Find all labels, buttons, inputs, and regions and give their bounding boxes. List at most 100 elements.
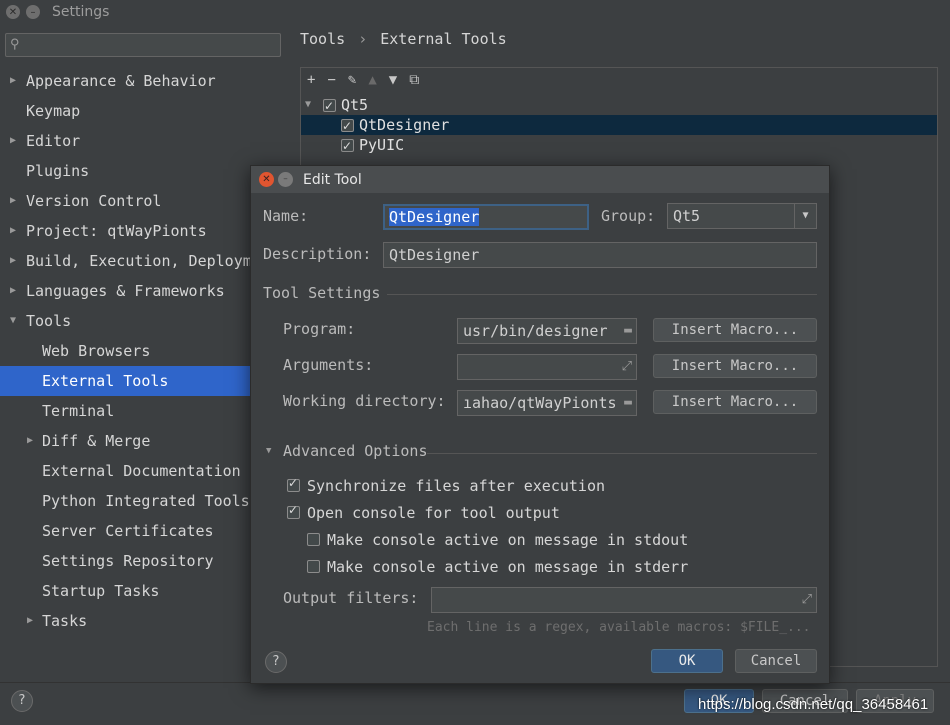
sidebar-item-label: Project: qtWayPionts [26, 222, 207, 240]
sidebar-item-version-control[interactable]: ▶ Version Control [0, 186, 290, 216]
sync-files-checkbox[interactable] [287, 476, 300, 492]
name-field[interactable]: QtDesigner [383, 204, 589, 230]
window-minimize-button[interactable]: – [26, 5, 40, 19]
stdout-label: Make console active on message in stdout [327, 531, 689, 549]
sync-files-label: Synchronize files after execution [307, 477, 606, 495]
move-up-icon[interactable]: ▲ [368, 72, 376, 88]
sidebar-item-label: Build, Execution, Deployment [26, 252, 279, 270]
arguments-field[interactable]: ⤢ [457, 354, 637, 380]
help-button[interactable]: ? [11, 690, 33, 712]
expand-icon[interactable]: ⤢ [802, 588, 812, 612]
sidebar-item-label: Terminal [42, 402, 115, 420]
dialog-cancel-button[interactable]: Cancel [735, 649, 817, 673]
sidebar-item-label: Web Browsers [42, 342, 151, 360]
chevron-right-icon: ▶ [27, 435, 34, 446]
workdir-field[interactable]: ıahao/qtWayPionts ▬ [457, 390, 637, 416]
tool-checkbox[interactable] [341, 136, 354, 156]
folder-icon[interactable]: ▬ [624, 391, 632, 415]
stderr-option[interactable]: Make console active on message in stderr [307, 558, 688, 576]
dialog-help-button[interactable]: ? [265, 651, 287, 673]
sidebar-item-external-tools[interactable]: External Tools [0, 366, 250, 396]
watermark: https://blog.csdn.net/qq_36458461 [698, 696, 929, 713]
edit-icon[interactable]: ✎ [348, 72, 356, 88]
chevron-right-icon: ▶ [10, 225, 17, 236]
tool-row[interactable]: PyUIC [301, 135, 937, 156]
sidebar-item-label: Editor [26, 132, 81, 150]
workdir-insert-macro-button[interactable]: Insert Macro... [653, 390, 817, 414]
expand-icon[interactable]: ⤢ [622, 355, 632, 379]
sidebar-item-external-documentation[interactable]: External Documentation [0, 456, 290, 486]
chevron-down-icon: ▼ [794, 204, 816, 228]
sidebar-item-label: Server Certificates [42, 522, 214, 540]
tools-toolbar: + − ✎ ▲ ▼ ⧉ [301, 68, 937, 92]
sidebar-item-plugins[interactable]: Plugins [0, 156, 290, 186]
chevron-down-icon[interactable]: ▼ [266, 446, 271, 456]
breadcrumb-parent[interactable]: Tools [300, 30, 345, 48]
dialog-close-button[interactable]: ✕ [259, 172, 274, 187]
sidebar-item-web-browsers[interactable]: Web Browsers [0, 336, 290, 366]
sidebar-item-label: Plugins [26, 162, 90, 180]
stdout-option[interactable]: Make console active on message in stdout [307, 531, 688, 549]
output-filters-label: Output filters: [283, 589, 419, 607]
sidebar-item-keymap[interactable]: Keymap [0, 96, 290, 126]
search-input[interactable]: ⚲ [5, 33, 281, 57]
name-label: Name: [263, 207, 309, 225]
tool-label: QtDesigner [359, 116, 450, 134]
breadcrumb: Tools › External Tools [300, 30, 507, 48]
group-select[interactable]: Qt5 ▼ [667, 203, 817, 229]
sidebar-item-startup-tasks[interactable]: Startup Tasks [0, 576, 290, 606]
program-field[interactable]: usr/bin/designer ▬ [457, 318, 637, 344]
description-field[interactable]: QtDesigner [383, 242, 817, 268]
description-value: QtDesigner [389, 246, 480, 264]
chevron-right-icon: ▶ [10, 195, 17, 206]
dialog-title: Edit Tool [303, 171, 362, 188]
tool-row[interactable]: QtDesigner [301, 115, 937, 136]
chevron-right-icon: ▶ [27, 615, 34, 626]
group-checkbox[interactable] [323, 96, 336, 116]
tool-checkbox[interactable] [341, 116, 354, 136]
sidebar-item-editor[interactable]: ▶ Editor [0, 126, 290, 156]
sidebar-item-tasks[interactable]: ▶ Tasks [0, 606, 290, 636]
chevron-right-icon: ▶ [10, 75, 17, 86]
group-value: Qt5 [673, 207, 701, 225]
sidebar-item-settings-repository[interactable]: Settings Repository [0, 546, 290, 576]
chevron-right-icon: ▶ [10, 135, 17, 146]
sidebar-item-languages[interactable]: ▶ Languages & Frameworks [0, 276, 290, 306]
stderr-checkbox[interactable] [307, 560, 320, 573]
sidebar-item-python-tools[interactable]: Python Integrated Tools [0, 486, 290, 516]
sidebar-item-label: External Tools [42, 372, 169, 390]
chevron-down-icon: ▼ [305, 99, 312, 110]
tool-group-row[interactable]: ▼ Qt5 [301, 95, 937, 116]
sync-files-option[interactable]: Synchronize files after execution [287, 476, 606, 495]
dialog-minimize-button[interactable]: – [278, 172, 293, 187]
dialog-ok-button[interactable]: OK [651, 649, 723, 673]
sidebar-item-project[interactable]: ▶ Project: qtWayPionts [0, 216, 290, 246]
remove-icon[interactable]: − [327, 72, 335, 88]
sidebar-item-build[interactable]: ▶ Build, Execution, Deployment [0, 246, 290, 276]
chevron-right-icon: ▶ [10, 255, 17, 266]
sidebar-item-appearance[interactable]: ▶ Appearance & Behavior [0, 66, 290, 96]
arguments-insert-macro-button[interactable]: Insert Macro... [653, 354, 817, 378]
window-close-button[interactable]: ✕ [6, 5, 20, 19]
folder-icon[interactable]: ▬ [624, 319, 632, 343]
sidebar-item-server-certificates[interactable]: Server Certificates [0, 516, 290, 546]
open-console-option[interactable]: Open console for tool output [287, 503, 560, 522]
sidebar-item-tools[interactable]: ▼ Tools [0, 306, 290, 336]
divider [427, 453, 817, 454]
dialog-titlebar: ✕ – Edit Tool [251, 166, 829, 193]
output-filters-field[interactable]: ⤢ [431, 587, 817, 613]
output-filters-hint: Each line is a regex, available macros: … [427, 620, 811, 635]
settings-sidebar: ⚲ ▶ Appearance & Behavior Keymap ▶ Edito… [0, 24, 290, 664]
move-down-icon[interactable]: ▼ [389, 72, 397, 88]
name-value: QtDesigner [389, 208, 480, 226]
advanced-options-title[interactable]: Advanced Options [283, 442, 428, 460]
sidebar-item-label: Languages & Frameworks [26, 282, 225, 300]
open-console-checkbox[interactable] [287, 503, 300, 519]
sidebar-item-diff-merge[interactable]: ▶ Diff & Merge [0, 426, 290, 456]
program-insert-macro-button[interactable]: Insert Macro... [653, 318, 817, 342]
sidebar-item-terminal[interactable]: Terminal [0, 396, 290, 426]
stdout-checkbox[interactable] [307, 533, 320, 546]
add-icon[interactable]: + [307, 72, 315, 88]
copy-icon[interactable]: ⧉ [409, 72, 419, 88]
sidebar-item-label: Keymap [26, 102, 81, 120]
